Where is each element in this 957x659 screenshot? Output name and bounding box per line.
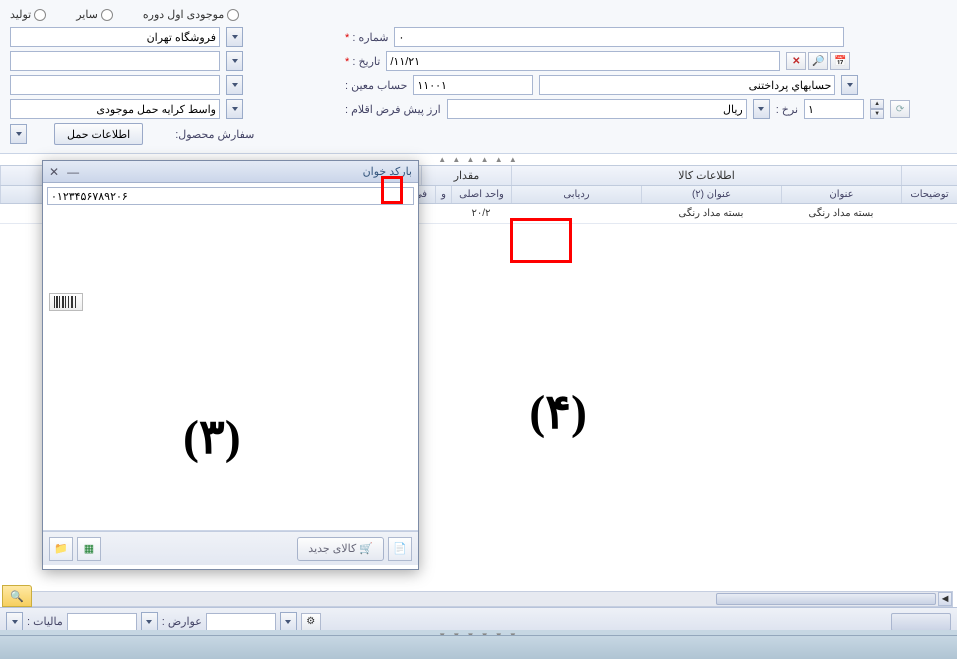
barcode-input[interactable] xyxy=(47,187,414,205)
currency-input[interactable] xyxy=(447,99,747,119)
radio-opening-label: موجودی اول دوره xyxy=(143,8,224,21)
search-zoom-icon[interactable]: 🔍 xyxy=(2,585,32,607)
secondary-dropdown-1[interactable] xyxy=(226,51,243,71)
radio-circle-icon xyxy=(34,9,46,21)
calendar-icon[interactable]: 📅 xyxy=(830,52,850,70)
cargo-info-button[interactable]: اطلاعات حمل xyxy=(54,123,143,145)
col-main-unit[interactable]: واحد اصلی xyxy=(451,186,511,203)
tax-label: مالیات : xyxy=(27,615,63,628)
col-title[interactable]: عنوان xyxy=(781,186,901,203)
account-label: حساب معین : xyxy=(345,79,407,92)
branch-input[interactable] xyxy=(10,27,220,47)
radio-other[interactable]: سایر xyxy=(76,8,113,21)
tax-input[interactable] xyxy=(67,613,137,631)
carrier-input[interactable] xyxy=(10,99,220,119)
excel-icon[interactable]: ▦ xyxy=(77,537,101,561)
annotation-3: (۳) xyxy=(183,409,241,465)
status-dropdown-1[interactable] xyxy=(6,612,23,632)
barcode-result-area: (۳) xyxy=(43,209,418,531)
radio-production-label: تولید xyxy=(10,8,31,21)
branch-dropdown[interactable] xyxy=(226,27,243,47)
secondary-dropdown-2[interactable] xyxy=(226,75,243,95)
rate-spinner[interactable]: ▲▼ xyxy=(870,99,884,119)
carrier-dropdown[interactable] xyxy=(226,99,243,119)
date-next-icon[interactable]: 🔎 xyxy=(808,52,828,70)
number-label: شماره : * xyxy=(345,31,388,44)
folder-icon[interactable]: 📁 xyxy=(49,537,73,561)
duty-label: عوارض : xyxy=(162,615,202,628)
cell-title2: بسته مداد رنگی xyxy=(641,206,781,221)
extra-dropdown[interactable] xyxy=(10,124,27,144)
status-action-icon[interactable]: ⚙ xyxy=(301,613,321,631)
col-desc[interactable]: توضیحات xyxy=(901,186,957,203)
minimize-icon[interactable]: — xyxy=(67,165,79,179)
close-icon[interactable]: ✕ xyxy=(49,165,59,179)
bottom-strip xyxy=(0,635,957,659)
date-label: تاریخ : * xyxy=(345,55,380,68)
account-name-input[interactable] xyxy=(539,75,835,95)
barcode-window-titlebar[interactable]: بارکد خوان — ✕ xyxy=(43,161,418,183)
col-title2[interactable]: عنوان (٢) xyxy=(641,186,781,203)
group-quantity: مقدار xyxy=(421,166,511,185)
currency-dropdown[interactable] xyxy=(753,99,770,119)
highlight-box-1 xyxy=(381,176,403,204)
barcode-reader-window: بارکد خوان — ✕ (۳) 📄 🛒 کالای جدید ▦ 📁 xyxy=(42,160,419,570)
highlight-box-2 xyxy=(510,218,572,263)
new-item-button[interactable]: 🛒 کالای جدید xyxy=(297,537,384,561)
duty-input[interactable] xyxy=(206,613,276,631)
account-code-input[interactable] xyxy=(413,75,533,95)
scroll-left-icon[interactable]: ◄ xyxy=(938,592,952,606)
radio-production[interactable]: تولید xyxy=(10,8,46,21)
scroll-thumb[interactable] xyxy=(716,593,936,605)
status-pager[interactable] xyxy=(891,613,951,631)
radio-other-label: سایر xyxy=(76,8,98,21)
secondary-input-2[interactable] xyxy=(10,75,220,95)
radio-circle-icon xyxy=(227,9,239,21)
rate-label: نرخ : xyxy=(776,103,798,116)
barcode-icon[interactable] xyxy=(49,293,83,311)
radio-circle-icon xyxy=(101,9,113,21)
horizontal-scrollbar[interactable]: ◄ ► xyxy=(4,591,953,607)
number-input[interactable] xyxy=(394,27,844,47)
cell-title: بسته مداد رنگی xyxy=(781,206,901,221)
save-doc-icon[interactable]: 📄 xyxy=(388,537,412,561)
rate-input[interactable] xyxy=(804,99,864,119)
account-dropdown[interactable] xyxy=(841,75,858,95)
tax-dropdown[interactable] xyxy=(141,612,158,632)
cell-main-unit: ٢٠/٢ xyxy=(451,206,511,221)
secondary-input-1[interactable] xyxy=(10,51,220,71)
radio-opening-inventory[interactable]: موجودی اول دوره xyxy=(143,8,239,21)
rate-refresh-icon[interactable]: ⟳ xyxy=(890,100,910,118)
annotation-4: (۴) xyxy=(529,384,587,440)
col-tracking[interactable]: ردیابی xyxy=(511,186,641,203)
duty-dropdown[interactable] xyxy=(280,612,297,632)
barcode-window-footer: 📄 🛒 کالای جدید ▦ 📁 xyxy=(43,531,418,565)
date-clear-icon[interactable]: ✕ xyxy=(786,52,806,70)
form-panel: تولید سایر موجودی اول دوره شماره : * تار… xyxy=(0,0,957,154)
type-radio-group: تولید سایر موجودی اول دوره xyxy=(10,6,947,27)
group-product-info: اطلاعات کالا xyxy=(511,166,901,185)
col-and[interactable]: و xyxy=(435,186,451,203)
product-order-label: سفارش محصول: xyxy=(175,128,254,141)
default-currency-label: ارز پیش فرض اقلام : xyxy=(345,103,441,116)
date-input[interactable] xyxy=(386,51,780,71)
